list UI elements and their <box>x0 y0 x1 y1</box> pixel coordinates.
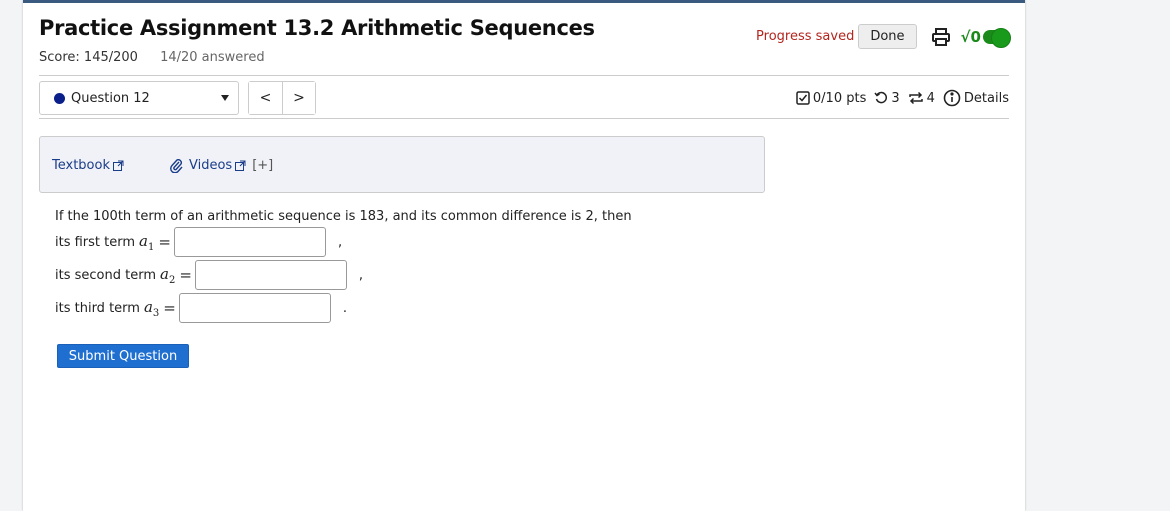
punctuation: , <box>358 267 364 283</box>
retries-indicator: 3 <box>874 90 900 106</box>
progress-saved-status: Progress saved <box>756 29 855 44</box>
videos-label: Videos <box>189 158 233 173</box>
textbook-link[interactable]: Textbook <box>52 158 124 173</box>
answered-count: 14/20 answered <box>160 50 265 65</box>
question-status-dot <box>54 92 65 104</box>
next-question-button[interactable]: > <box>282 82 315 114</box>
question-body: If the 100th term of an arithmetic seque… <box>55 209 632 224</box>
punctuation: , <box>337 234 343 250</box>
attempts-icon <box>908 91 923 105</box>
divider <box>39 75 1009 76</box>
attempts-indicator: 4 <box>908 91 935 106</box>
assignment-page: Practice Assignment 13.2 Arithmetic Sequ… <box>23 0 1025 511</box>
answer-prefix: its third term <box>55 300 140 316</box>
done-button[interactable]: Done <box>858 24 917 49</box>
sqrt-icon: √0 <box>960 27 981 46</box>
details-label: Details <box>963 90 1009 106</box>
previous-question-button[interactable]: < <box>249 82 282 114</box>
points-text: 0/10 pts <box>812 90 867 106</box>
submit-question-button[interactable]: Submit Question <box>57 344 189 368</box>
question-nav: < > <box>248 81 316 115</box>
print-icon[interactable] <box>931 27 951 47</box>
answer-row-2: its second term a2 = , <box>55 260 363 290</box>
attempts-count: 4 <box>926 90 935 106</box>
toggle-switch[interactable] <box>983 27 1011 48</box>
paperclip-icon <box>170 158 183 173</box>
score-text: Score: 145/200 <box>39 50 138 65</box>
third-term-input[interactable] <box>178 293 331 323</box>
checkbox-icon <box>796 91 810 105</box>
punctuation: . <box>342 300 347 316</box>
details-button[interactable]: Details <box>943 89 1009 107</box>
answer-row-3: its third term a3 = . <box>55 293 347 323</box>
answer-prefix: its second term <box>55 267 156 283</box>
divider <box>39 118 1009 119</box>
equals-sign: = <box>158 233 171 251</box>
math-variable: a2 <box>160 264 176 286</box>
header-actions: Progress saved Done √0 <box>756 24 1011 49</box>
textbook-label: Textbook <box>52 158 110 173</box>
retry-icon <box>874 91 888 104</box>
expand-videos-toggle[interactable]: [+] <box>252 158 273 173</box>
caret-down-icon <box>221 95 229 101</box>
retries-count: 3 <box>891 90 900 106</box>
videos-link[interactable]: Videos [+] <box>170 158 273 173</box>
question-select[interactable]: Question 12 <box>39 81 239 115</box>
answer-row-1: its first term a1 = , <box>55 227 342 257</box>
answer-prefix: its first term <box>55 234 136 250</box>
equals-sign: = <box>163 299 176 317</box>
score-row: Score: 145/200 14/20 answered <box>39 50 265 65</box>
question-text: If the 100th term of an arithmetic seque… <box>55 209 632 224</box>
points-indicator: 0/10 pts <box>796 91 866 106</box>
math-variable: a1 <box>139 231 155 253</box>
info-icon <box>943 89 961 107</box>
question-meta: 0/10 pts 3 4 Details <box>788 89 1009 107</box>
math-variable: a3 <box>143 297 160 319</box>
external-link-icon <box>112 160 124 171</box>
second-term-input[interactable] <box>194 260 347 290</box>
page-title: Practice Assignment 13.2 Arithmetic Sequ… <box>39 16 595 40</box>
first-term-input[interactable] <box>173 227 326 257</box>
question-select-label: Question 12 <box>71 90 150 106</box>
math-preview-toggle[interactable]: √0 <box>960 27 1011 48</box>
external-link-icon <box>235 160 246 171</box>
equals-sign: = <box>179 266 192 284</box>
resources-panel: Textbook Videos [+] <box>39 136 765 193</box>
